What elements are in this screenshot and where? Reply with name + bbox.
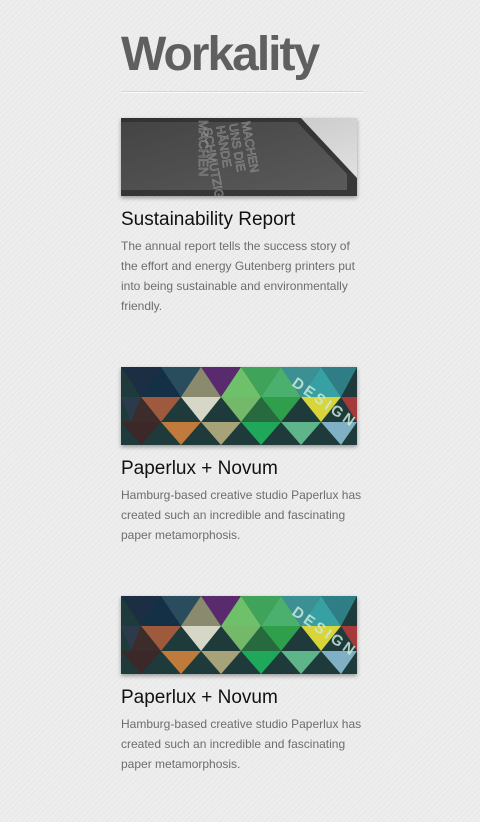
- site-title[interactable]: Workality: [121, 0, 363, 83]
- article-title[interactable]: Paperlux + Novum: [121, 687, 363, 709]
- article-description: The annual report tells the success stor…: [121, 239, 355, 313]
- article-title[interactable]: Sustainability Report: [121, 209, 363, 231]
- article-description: Hamburg-based creative studio Paperlux h…: [121, 717, 362, 771]
- article-thumbnail-sustainability[interactable]: MACHEN MACHEN UNS DIE HÄNDE SCHMUTZIG: [121, 118, 357, 196]
- article-thumbnail-paperlux[interactable]: DESIGN: [121, 367, 357, 445]
- article-title[interactable]: Paperlux + Novum: [121, 458, 363, 480]
- header-divider: [121, 91, 363, 93]
- article-item: DESIGN Paperlux + Novum Hamburg-based cr…: [121, 367, 363, 545]
- page-content: Workality MACHEN MACHEN UNS DIE HÄNDE SC…: [121, 0, 363, 771]
- article-description: Hamburg-based creative studio Paperlux h…: [121, 488, 362, 542]
- article-item: MACHEN MACHEN UNS DIE HÄNDE SCHMUTZIG Su…: [121, 118, 363, 316]
- article-item: DESIGN Paperlux + Novum Hamburg-based cr…: [121, 596, 363, 774]
- article-thumbnail-paperlux[interactable]: DESIGN: [121, 596, 357, 674]
